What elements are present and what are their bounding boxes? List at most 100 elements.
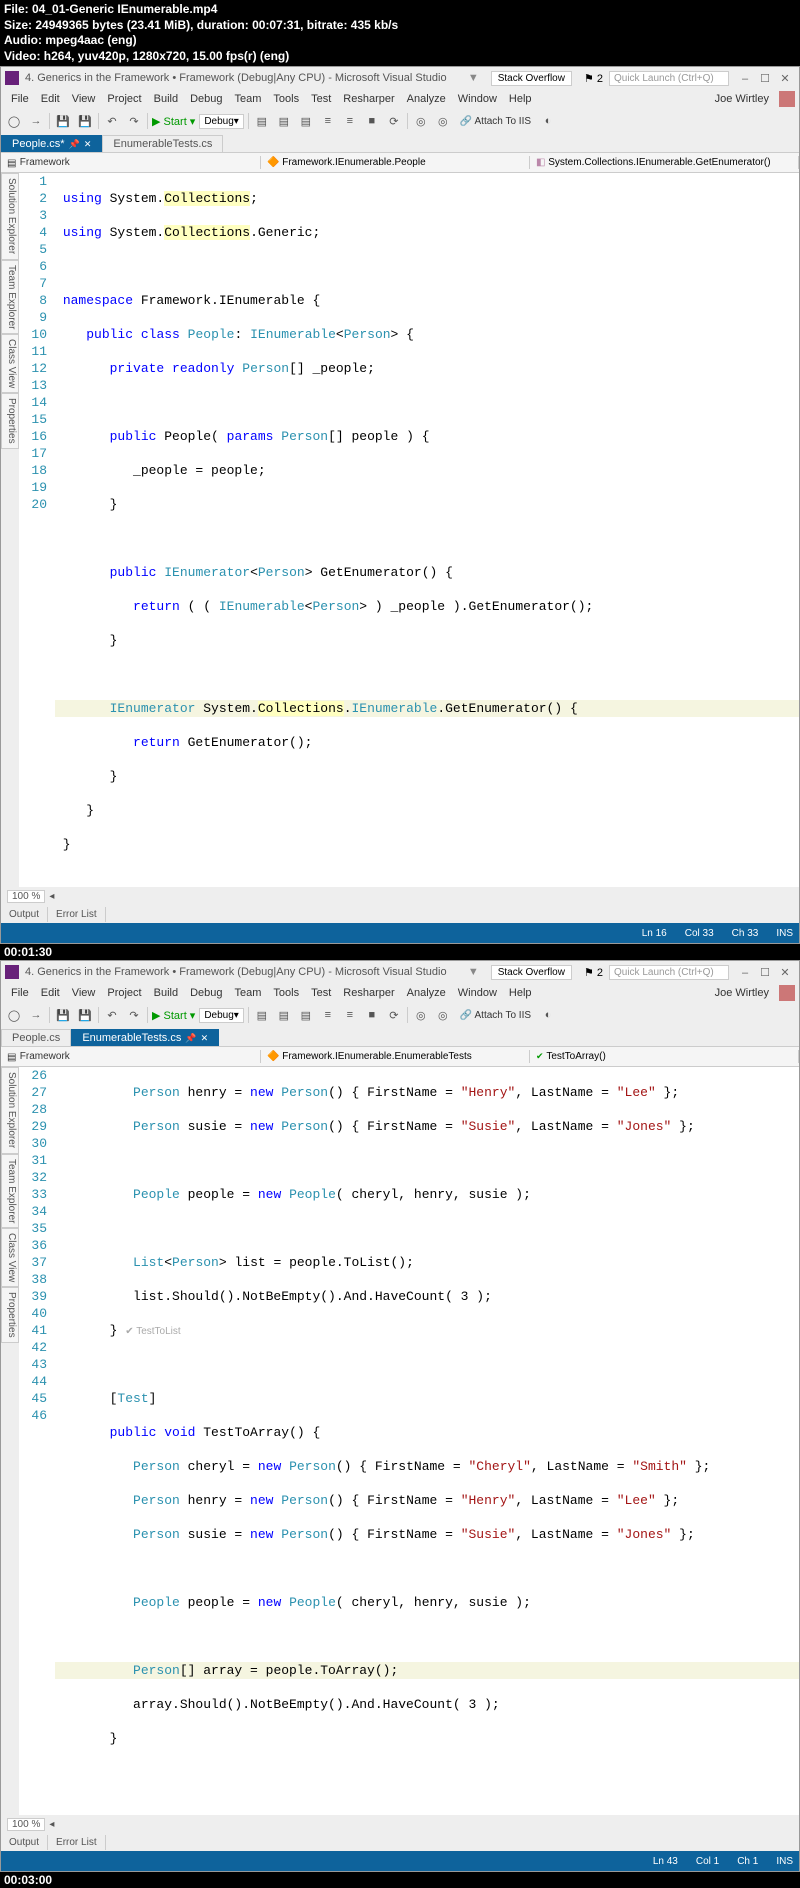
tb-icon[interactable]: ■: [363, 112, 381, 130]
save-icon[interactable]: 💾: [54, 112, 72, 130]
undo-icon[interactable]: ↶: [103, 112, 121, 130]
close-icon[interactable]: ✕: [201, 1033, 209, 1044]
nav-method-combo[interactable]: ◧ System.Collections.IEnumerable.GetEnum…: [530, 156, 799, 169]
tb-icon[interactable]: ≡: [341, 112, 359, 130]
code-text[interactable]: Person henry = new Person() { FirstName …: [55, 1067, 799, 1815]
menu-view[interactable]: View: [66, 985, 102, 1001]
config-combo[interactable]: Debug ▾: [199, 1008, 244, 1023]
tab-people-cs[interactable]: People.cs: [1, 1029, 71, 1046]
start-button[interactable]: ▶ Start ▾: [152, 115, 195, 128]
undo-icon[interactable]: ↶: [103, 1006, 121, 1024]
tb-icon[interactable]: ▤: [297, 1006, 315, 1024]
properties-tab[interactable]: Properties: [1, 393, 19, 449]
menu-window[interactable]: Window: [452, 91, 503, 107]
stack-overflow-search[interactable]: Stack Overflow: [491, 71, 572, 86]
team-explorer-tab[interactable]: Team Explorer: [1, 260, 19, 334]
solution-explorer-tab[interactable]: Solution Explorer: [1, 1067, 19, 1153]
flag-icon[interactable]: ⚑ 2: [584, 72, 603, 85]
scroll-left-icon[interactable]: ◂: [49, 1819, 54, 1830]
scroll-left-icon[interactable]: ◂: [49, 891, 54, 902]
menu-tools[interactable]: Tools: [267, 91, 305, 107]
save-all-icon[interactable]: 💾: [76, 1006, 94, 1024]
nav-method-combo[interactable]: ✔ TestToArray(): [530, 1050, 799, 1063]
nav-back-icon[interactable]: ◯: [5, 1006, 23, 1024]
menu-analyze[interactable]: Analyze: [401, 985, 452, 1001]
class-view-tab[interactable]: Class View: [1, 1228, 19, 1287]
redo-icon[interactable]: ↷: [125, 1006, 143, 1024]
pin-icon[interactable]: 📌: [69, 139, 80, 150]
save-all-icon[interactable]: 💾: [76, 112, 94, 130]
solution-explorer-tab[interactable]: Solution Explorer: [1, 173, 19, 259]
menu-resharper[interactable]: Resharper: [337, 985, 400, 1001]
menu-analyze[interactable]: Analyze: [401, 91, 452, 107]
quick-launch-input[interactable]: Quick Launch (Ctrl+Q): [609, 965, 729, 980]
tb-icon[interactable]: ≡: [319, 1006, 337, 1024]
menu-edit[interactable]: Edit: [35, 91, 66, 107]
quick-launch-input[interactable]: Quick Launch (Ctrl+Q): [609, 71, 729, 86]
menu-team[interactable]: Team: [229, 91, 268, 107]
tb-icon[interactable]: ⟳: [385, 112, 403, 130]
class-view-tab[interactable]: Class View: [1, 334, 19, 393]
code-editor[interactable]: Solution Explorer Team Explorer Class Vi…: [1, 173, 799, 887]
tb-icon[interactable]: ≡: [319, 112, 337, 130]
window-controls[interactable]: –☐✕: [735, 72, 795, 85]
menu-build[interactable]: Build: [148, 91, 184, 107]
stack-overflow-search[interactable]: Stack Overflow: [491, 965, 572, 980]
window-controls[interactable]: –☐✕: [735, 966, 795, 979]
nav-project-combo[interactable]: ▤ Framework: [1, 1050, 261, 1063]
error-list-tab[interactable]: Error List: [48, 1835, 106, 1850]
tb-icon[interactable]: ▤: [275, 112, 293, 130]
tb-icon[interactable]: ◎: [412, 1006, 430, 1024]
tb-icon[interactable]: ▤: [275, 1006, 293, 1024]
notifications-icon[interactable]: ▼: [468, 72, 479, 84]
tab-enumerable-tests[interactable]: EnumerableTests.cs📌✕: [71, 1029, 219, 1046]
tb-icon[interactable]: ◐: [539, 1006, 557, 1024]
nav-class-combo[interactable]: 🔶 Framework.IEnumerable.EnumerableTests: [261, 1050, 530, 1063]
tb-icon[interactable]: ▤: [253, 1006, 271, 1024]
menu-team[interactable]: Team: [229, 985, 268, 1001]
pin-icon[interactable]: 📌: [185, 1033, 196, 1044]
menu-file[interactable]: File: [5, 985, 35, 1001]
menu-test[interactable]: Test: [305, 985, 337, 1001]
code-text[interactable]: using System.Collections; using System.C…: [55, 173, 799, 887]
tb-icon[interactable]: ▤: [297, 112, 315, 130]
zoom-level[interactable]: 100 %: [7, 1818, 45, 1831]
output-tab[interactable]: Output: [1, 907, 48, 922]
tb-icon[interactable]: ◎: [434, 1006, 452, 1024]
menu-build[interactable]: Build: [148, 985, 184, 1001]
menu-help[interactable]: Help: [503, 985, 538, 1001]
nav-fwd-icon[interactable]: →: [27, 1006, 45, 1024]
menu-window[interactable]: Window: [452, 985, 503, 1001]
menu-tools[interactable]: Tools: [267, 985, 305, 1001]
tab-people-cs[interactable]: People.cs*📌✕: [1, 135, 102, 152]
save-icon[interactable]: 💾: [54, 1006, 72, 1024]
tb-icon[interactable]: ◎: [412, 112, 430, 130]
notifications-icon[interactable]: ▼: [468, 966, 479, 978]
tb-icon[interactable]: ◎: [434, 112, 452, 130]
zoom-level[interactable]: 100 %: [7, 890, 45, 903]
menu-test[interactable]: Test: [305, 91, 337, 107]
nav-project-combo[interactable]: ▤ Framework: [1, 156, 261, 169]
menu-file[interactable]: File: [5, 91, 35, 107]
tab-enumerable-tests[interactable]: EnumerableTests.cs: [102, 135, 223, 152]
tb-icon[interactable]: ◐: [539, 112, 557, 130]
attach-iis[interactable]: 🔗 Attach To IIS: [456, 116, 535, 127]
menu-view[interactable]: View: [66, 91, 102, 107]
nav-back-icon[interactable]: ◯: [5, 112, 23, 130]
error-list-tab[interactable]: Error List: [48, 907, 106, 922]
user-account[interactable]: Joe Wirtley: [709, 985, 795, 1001]
redo-icon[interactable]: ↷: [125, 112, 143, 130]
menu-project[interactable]: Project: [101, 91, 147, 107]
menu-resharper[interactable]: Resharper: [337, 91, 400, 107]
nav-class-combo[interactable]: 🔶 Framework.IEnumerable.People: [261, 156, 530, 169]
menu-help[interactable]: Help: [503, 91, 538, 107]
properties-tab[interactable]: Properties: [1, 1287, 19, 1343]
menu-edit[interactable]: Edit: [35, 985, 66, 1001]
tb-icon[interactable]: ■: [363, 1006, 381, 1024]
user-account[interactable]: Joe Wirtley: [709, 91, 795, 107]
code-editor[interactable]: Solution Explorer Team Explorer Class Vi…: [1, 1067, 799, 1815]
menu-debug[interactable]: Debug: [184, 985, 228, 1001]
attach-iis[interactable]: 🔗 Attach To IIS: [456, 1010, 535, 1021]
close-icon[interactable]: ✕: [84, 139, 92, 150]
output-tab[interactable]: Output: [1, 1835, 48, 1850]
